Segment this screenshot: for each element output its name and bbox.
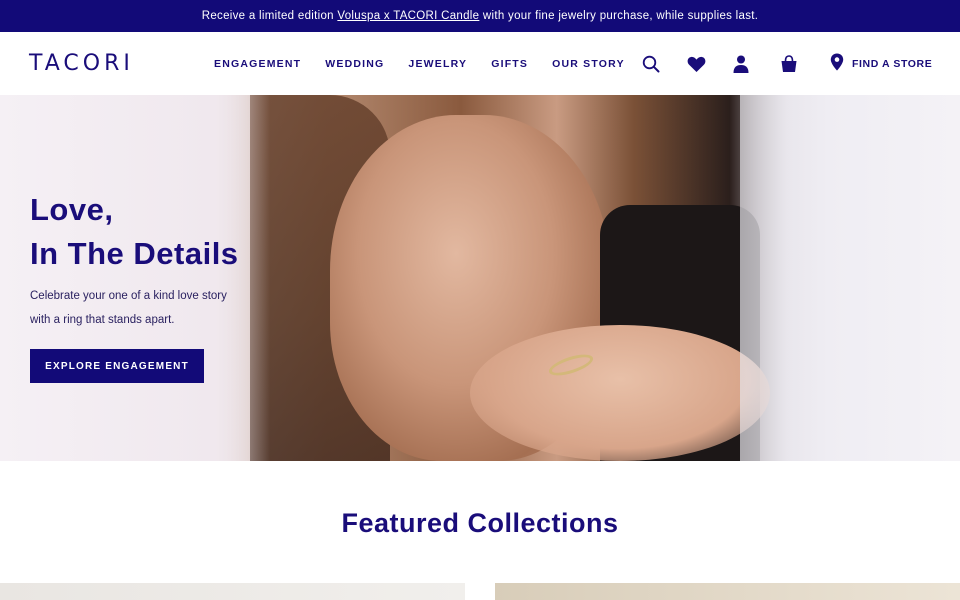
hero-title: Love, In The Details	[30, 188, 270, 276]
featured-collection-card[interactable]	[495, 583, 960, 600]
nav-our-story[interactable]: OUR STORY	[552, 58, 625, 70]
main-nav: ENGAGEMENT WEDDING JEWELRY GIFTS OUR STO…	[214, 58, 649, 70]
hero-image-veil	[740, 95, 960, 461]
hero-subtitle-line-2: with a ring that stands apart.	[30, 314, 175, 326]
nav-gifts[interactable]: GIFTS	[491, 58, 528, 70]
find-a-store-link[interactable]: FIND A STORE	[830, 53, 932, 74]
find-a-store-label: FIND A STORE	[852, 57, 933, 70]
hero-title-line-1: Love,	[30, 192, 114, 227]
promo-text-prefix: Receive a limited edition	[201, 10, 338, 22]
hero-subtitle-line-1: Celebrate your one of a kind love story	[30, 290, 227, 302]
promo-candle-link[interactable]: Voluspa x TACORI Candle	[337, 10, 479, 22]
site-header: TACORI ENGAGEMENT WEDDING JEWELRY GIFTS …	[0, 32, 960, 95]
featured-collections-heading: Featured Collections	[341, 508, 619, 538]
hero-banner: Love, In The Details Celebrate your one …	[0, 95, 960, 461]
search-icon[interactable]	[640, 53, 662, 75]
hero-title-line-2: In The Details	[30, 236, 239, 271]
tacori-logo[interactable]: TACORI	[29, 51, 134, 76]
nav-engagement[interactable]: ENGAGEMENT	[214, 58, 301, 70]
promo-text-suffix: with your fine jewelry purchase, while s…	[479, 10, 759, 22]
nav-jewelry[interactable]: JEWELRY	[408, 58, 467, 70]
bag-icon[interactable]	[778, 53, 800, 75]
featured-collection-card[interactable]	[0, 583, 465, 600]
user-icon[interactable]	[730, 53, 752, 75]
promo-banner: Receive a limited edition Voluspa x TACO…	[0, 0, 960, 32]
hero-subtitle: Celebrate your one of a kind love story …	[30, 284, 270, 332]
hero-image-hand	[470, 325, 770, 461]
nav-wedding[interactable]: WEDDING	[325, 58, 384, 70]
explore-engagement-button[interactable]: EXPLORE ENGAGEMENT	[30, 349, 204, 383]
hero-copy: Love, In The Details Celebrate your one …	[30, 188, 270, 383]
heart-icon[interactable]	[685, 53, 707, 75]
location-pin-icon	[830, 53, 844, 74]
